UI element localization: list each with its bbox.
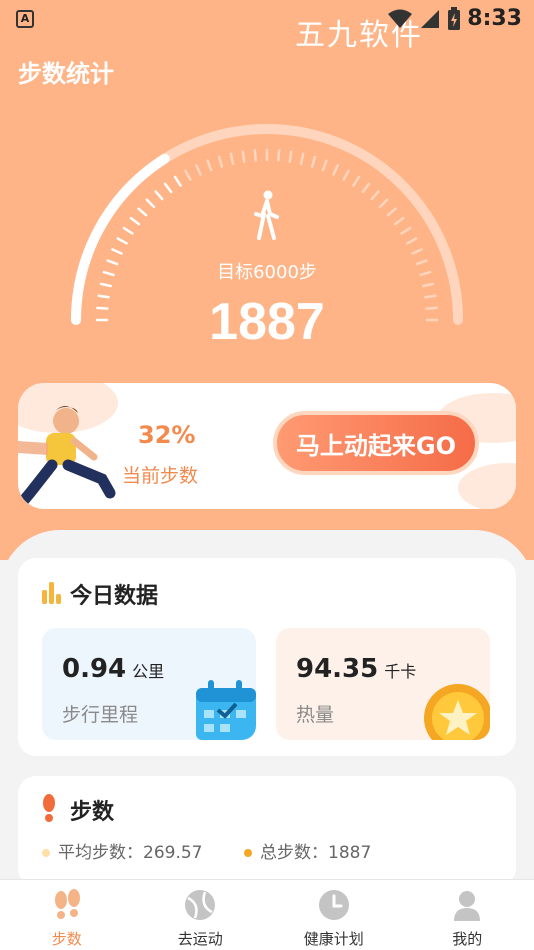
walking-person-icon [254,190,279,240]
total-dot [244,849,252,857]
average-dot [42,849,50,857]
gauge-tick [332,164,339,176]
gauge-tick [400,226,412,235]
gauge-tick [277,149,281,162]
distance-value: 0.94 [62,654,127,684]
average-steps: 平均步数：269.57 [42,838,202,863]
bottom-navigation: 步数 去运动 健康计划 我的 [0,879,534,950]
person-icon [454,891,481,921]
progress-percent-label: 当前步数 [122,465,199,487]
nav-label-profile: 我的 [452,930,483,948]
distance-unit: 公里 [132,662,165,681]
battery-icon [448,6,461,30]
gauge-tick [173,175,182,187]
gauge-tick [393,216,405,226]
gauge-tick [310,155,317,168]
gauge-tick [145,198,156,209]
today-data-card: 今日数据 0.94 公里 步行里程 94.35 千卡 热量 [18,558,516,756]
gauge-tick [288,150,293,163]
total-steps: 总步数：1887 [244,838,371,863]
clock-icon [318,890,349,920]
gauge-tick [253,149,257,162]
running-person-illustration [18,406,116,509]
start-exercise-button[interactable]: 马上动起来GO [273,411,479,475]
nav-label-health-plan: 健康计划 [303,930,364,948]
gauge-tick [321,159,328,172]
calories-unit: 千卡 [384,662,417,681]
today-data-title: 今日数据 [70,584,159,609]
gauge-tick [299,152,305,165]
progress-percent: 32% [138,421,196,449]
gauge-tick [378,198,389,209]
steps-card-title: 步数 [70,800,115,825]
gauge-tick [111,248,123,255]
gauge-tick [229,152,235,165]
gauge-tick [116,237,128,245]
wifi-icon [388,9,413,28]
footprints-icon [54,889,80,919]
nav-label-steps: 步数 [51,930,82,948]
nav-label-exercise: 去运动 [177,930,223,948]
calories-value: 94.35 [296,654,379,684]
bar-chart-icon [42,582,61,604]
gauge-tick [422,282,435,288]
status-icons: 8:33 [387,6,522,31]
distance-label: 步行里程 [62,704,139,726]
gauge-tick [163,182,173,194]
gauge-tick [195,164,202,176]
nav-item-health-plan[interactable]: 健康计划 [267,880,401,950]
current-steps-count: 1887 [209,293,325,351]
calories-label: 热量 [296,704,335,726]
gauge-tick [352,175,361,187]
app-notification-icon: A [16,10,34,28]
gauge-tick [129,216,141,226]
footprint-icon [43,794,55,822]
page-title: 步数统计 [18,60,114,88]
nav-item-profile[interactable]: 我的 [401,880,534,950]
status-bar: A 五九软件 8:33 [0,0,534,53]
gauge-tick [99,282,112,288]
steps-summary-card: 步数 平均步数：269.57 总步数：1887 [18,776,516,886]
gauge-tick [342,169,350,181]
signal-icon [421,9,440,28]
distance-value-line: 0.94 公里 [62,654,164,684]
gauge-tick [206,159,213,172]
clock-time: 8:33 [467,6,522,31]
gauge-tick [184,169,192,181]
gauge-tick [241,150,246,163]
gauge-tick [406,237,418,245]
nav-item-exercise[interactable]: 去运动 [134,880,268,950]
gauge-tick [411,248,423,255]
calories-value-line: 94.35 千卡 [296,654,416,684]
calories-card[interactable]: 94.35 千卡 热量 [276,628,490,740]
gauge-tick [154,190,164,201]
gauge-tick [137,207,148,217]
goal-text: 目标6000步 [217,262,317,283]
gauge-tick [361,182,371,194]
calendar-icon [196,680,256,740]
nav-item-steps[interactable]: 步数 [0,880,134,950]
total-steps-text: 总步数：1887 [260,843,372,863]
gauge-tick [217,155,224,168]
star-coin-icon [424,684,490,740]
average-steps-text: 平均步数：269.57 [58,843,203,863]
banner-cloud [458,463,516,509]
gauge-tick [122,226,134,235]
gauge-tick [370,190,380,201]
ball-icon [185,890,216,920]
distance-card[interactable]: 0.94 公里 步行里程 [42,628,256,740]
gauge-tick [386,207,397,217]
motivation-banner: 32% 当前步数 马上动起来GO [18,383,516,509]
